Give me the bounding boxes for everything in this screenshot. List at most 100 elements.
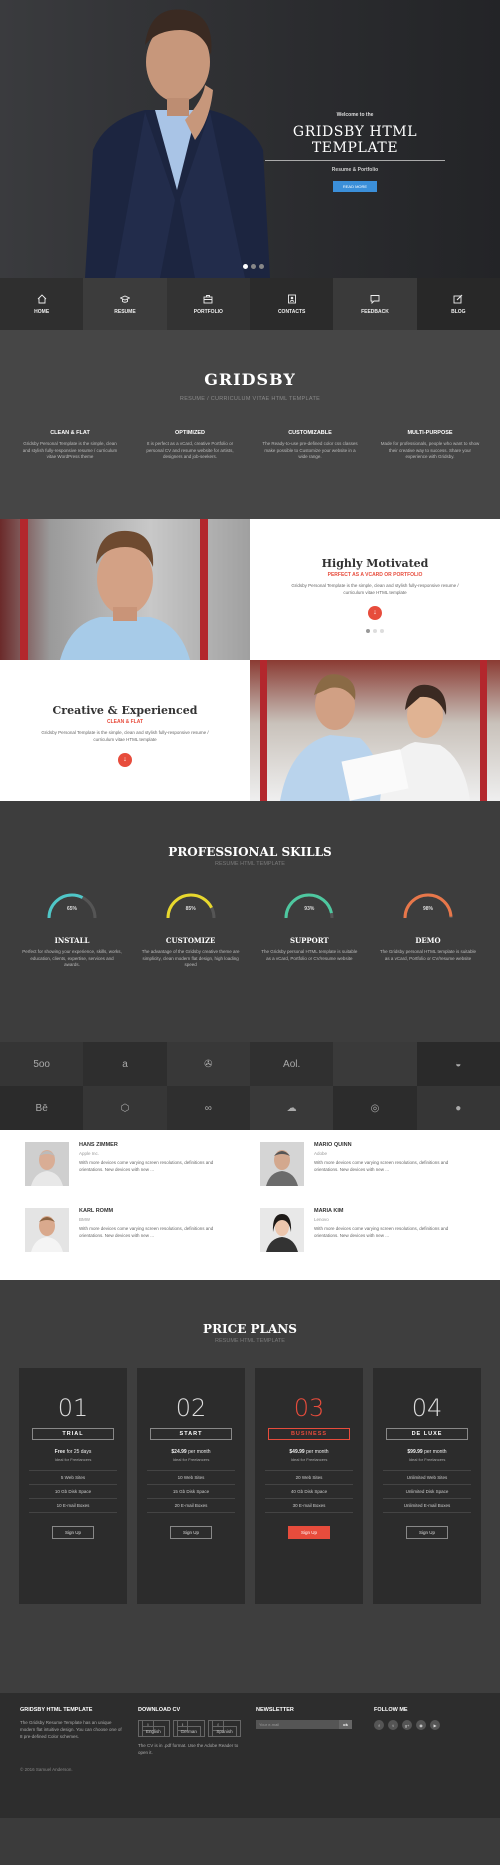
twitter-icon[interactable]: t [388, 1720, 398, 1730]
plan-feature: 10 Gb Disk Space [29, 1484, 117, 1498]
hero-title: GRIDSBY HTML TEMPLATE [292, 124, 418, 156]
about-row-1: Highly Motivated PERFECT AS A VCARD OR P… [0, 519, 500, 660]
footer-about-text: The Gridsby Resume Template has an uniqu… [20, 1720, 122, 1739]
codepen-icon[interactable]: ⬡ [83, 1086, 167, 1130]
nav-item-portfolio[interactable]: PORTFOLIO [166, 278, 250, 330]
read-more-button[interactable]: READ MORE [332, 181, 378, 192]
download-spanish-button[interactable]: ⇩ Spanish [208, 1720, 241, 1737]
apple-icon[interactable] [333, 1042, 417, 1086]
briefcase-icon [203, 294, 213, 303]
panel-subtitle: PERFECT AS A VCARD OR PORTFOLIO [327, 572, 423, 578]
skills-title: PROFESSIONAL SKILLS [168, 845, 332, 859]
nav-label: FEEDBACK [361, 308, 389, 315]
newsletter-email-input[interactable]: Your e-mail [256, 1720, 339, 1729]
slider-dot[interactable] [380, 628, 384, 633]
slider-dot[interactable] [251, 264, 256, 269]
skill-gauge: 85% [164, 889, 218, 921]
plan-feature: 20 Web Sites [265, 1470, 353, 1484]
500px-icon[interactable]: 5oo [0, 1042, 84, 1086]
feature-item: CLEAN & FLAT Gridsby Personal Template is… [20, 430, 120, 461]
down-arrow-button[interactable]: ↓ [118, 752, 132, 767]
instagram-icon[interactable]: ◉ [416, 1720, 426, 1730]
skill-item: 65% INSTALL Perfect for showing your exp… [22, 889, 122, 969]
slider-dot[interactable] [366, 628, 370, 633]
member-name: KARL ROMM [79, 1208, 114, 1214]
footer-heading: GRIDSBY HTML TEMPLATE [20, 1707, 93, 1713]
slider-dot[interactable] [259, 264, 264, 269]
member-quote: With more devices come varying screen re… [314, 1226, 449, 1238]
intro-section: GRIDSBY RESUME / CURRICULUM VITAE HTML T… [0, 330, 500, 519]
envira-icon[interactable]: ◒ [416, 1042, 500, 1086]
footer-about: GRIDSBY HTML TEMPLATE The Gridsby Resume… [20, 1707, 123, 1757]
newsletter-submit-button[interactable]: ok [339, 1720, 352, 1729]
sign-up-button[interactable]: Sign Up [169, 1526, 212, 1539]
cv-note: The CV is in .pdf format. Use the Adobe … [138, 1743, 239, 1755]
arrow-down-icon: ↓ [373, 609, 377, 616]
cloud-icon[interactable]: ☁ [250, 1086, 334, 1130]
skill-gauge: 65% [45, 889, 99, 921]
language-label: Spanish [212, 1726, 237, 1737]
nav-item-blog[interactable]: BLOG [416, 278, 500, 330]
sign-up-button[interactable]: Sign Up [405, 1526, 448, 1539]
member-company: Apple Inc. [79, 1151, 100, 1156]
panel-dots [250, 628, 500, 633]
chat-bubble-icon [370, 294, 380, 304]
plans-row: 01 TRIAL Free for 25 days Ideal for Freelan… [0, 1368, 500, 1604]
sign-up-button[interactable]: Sign Up [51, 1526, 94, 1539]
plan-number: 04 [411, 1394, 443, 1422]
nav-item-resume[interactable]: RESUME [83, 278, 167, 330]
plan-audience: Ideal for Freelancers [54, 1457, 92, 1462]
hero-divider [265, 160, 445, 161]
price-card-trial: 01 TRIAL Free for 25 days Ideal for Freelan… [19, 1368, 127, 1604]
nav-label: PORTFOLIO [193, 308, 223, 315]
facebook-icon[interactable]: f [374, 1720, 384, 1730]
hero-welcome: Welcome to the [336, 112, 374, 118]
intro-title: GRIDSBY [204, 370, 296, 389]
amazon-icon[interactable]: a [83, 1042, 167, 1086]
skill-text: The Gridsby personal HTML template is su… [261, 949, 358, 961]
plan-price: $49.99 per month [255, 1449, 363, 1455]
youtube-icon[interactable]: ▶ [430, 1720, 440, 1730]
drupal-icon[interactable]: ● [416, 1086, 500, 1130]
plan-period: for 25 days [65, 1449, 92, 1455]
behance-icon[interactable]: Bē [0, 1086, 84, 1130]
slider-dots [243, 264, 264, 269]
plan-feature: 15 Gb Disk Space [147, 1484, 235, 1498]
footer: GRIDSBY HTML TEMPLATE The Gridsby Resume… [0, 1659, 500, 1818]
skills-row: 65% INSTALL Perfect for showing your exp… [0, 889, 500, 969]
sign-up-button[interactable]: Sign Up [287, 1526, 330, 1539]
plan-price: $24.99 per month [137, 1449, 245, 1455]
panel-text: Gridsby Personal Template is the simple,… [291, 583, 459, 595]
plan-number: 01 [57, 1394, 89, 1422]
down-arrow-button[interactable]: ↓ [368, 605, 382, 620]
aol-icon[interactable]: Aol. [250, 1042, 334, 1086]
download-german-button[interactable]: ⇩ German [172, 1720, 206, 1737]
skill-gauge: 98% [401, 889, 455, 921]
skill-name: INSTALL [54, 936, 90, 945]
panel-highly-motivated: Highly Motivated PERFECT AS A VCARD OR P… [250, 519, 500, 660]
creative-commons-icon[interactable]: ∞ [166, 1086, 250, 1130]
footer-download-cv: DOWNLOAD CV ⇩ English ⇩ German ⇩ Spanish… [138, 1707, 241, 1757]
nav-item-home[interactable]: HOME [0, 278, 84, 330]
team-image [260, 660, 487, 801]
plan-number: 02 [175, 1394, 207, 1422]
feature-item: MULTI-PURPOSE Made for professionals, peo… [380, 430, 480, 461]
prices-title: PRICE PLANS [203, 1322, 297, 1336]
google-plus-icon[interactable]: g+ [402, 1720, 412, 1730]
dribbble-icon[interactable]: ◎ [333, 1086, 417, 1130]
avatar [25, 1142, 69, 1186]
plan-feature: Unlimited Disk Space [383, 1484, 471, 1498]
avatar [260, 1208, 304, 1252]
slider-dot[interactable] [243, 264, 248, 269]
android-icon[interactable]: ✇ [166, 1042, 250, 1086]
download-english-button[interactable]: ⇩ English [138, 1720, 170, 1737]
slider-dot[interactable] [373, 628, 377, 633]
nav-item-contacts[interactable]: CONTACTS [249, 278, 334, 330]
plan-price: Free for 25 days [19, 1449, 127, 1455]
plan-feature: 10 E-mail Boxes [29, 1498, 117, 1513]
member-company: BMW [79, 1217, 90, 1222]
nav-item-feedback[interactable]: FEEDBACK [333, 278, 417, 330]
plan-feature: 20 E-mail Boxes [147, 1498, 235, 1513]
hero-portrait-image [85, 9, 270, 278]
price-card-business: 03 BUSINESS $49.99 per month Ideal for Free… [255, 1368, 363, 1604]
